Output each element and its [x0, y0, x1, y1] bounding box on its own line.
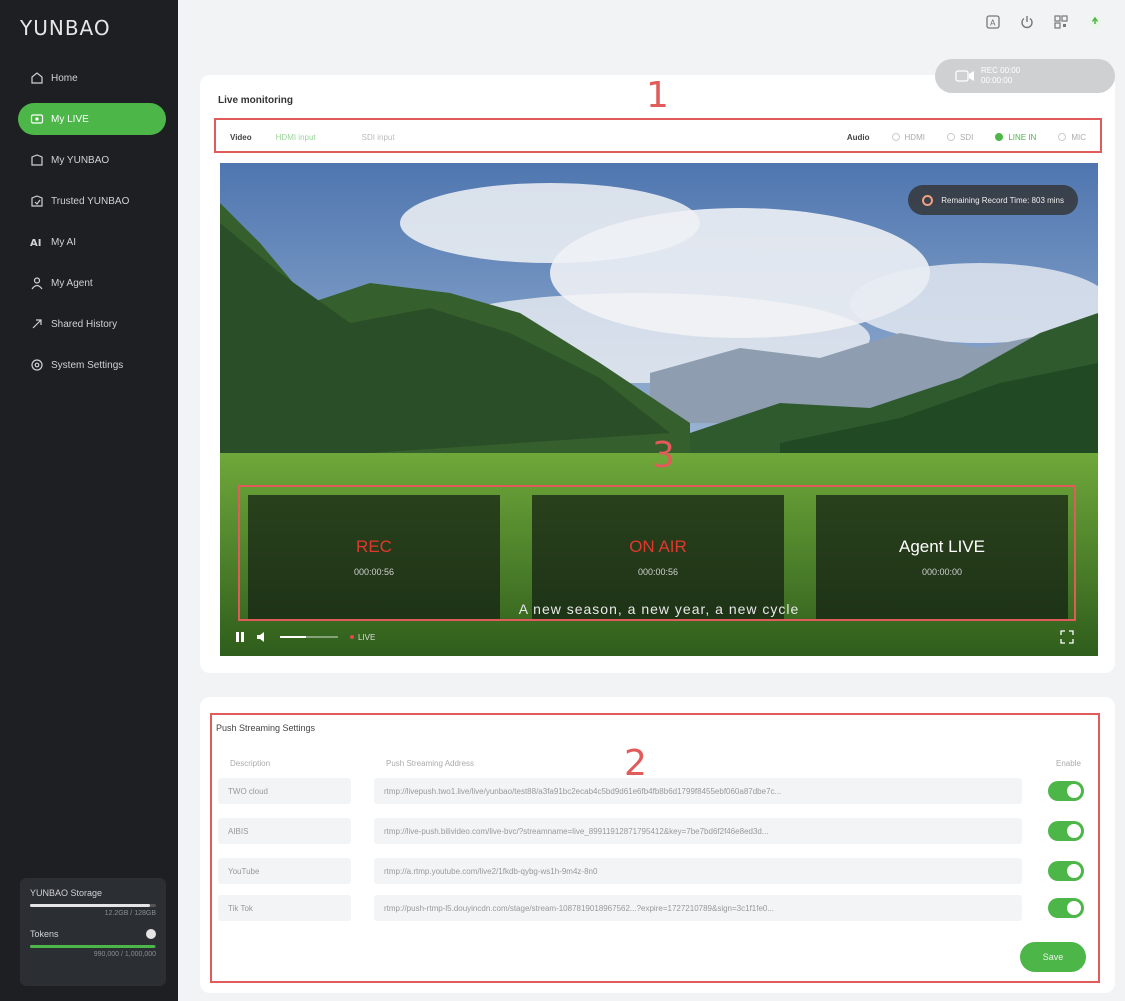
sidebar-item-label: Trusted YUNBAO [51, 195, 130, 207]
storage-detail: 12.2GB / 128GB [104, 910, 156, 917]
pause-icon[interactable] [234, 631, 246, 643]
remaining-record-text: Remaining Record Time: 803 mins [941, 195, 1064, 205]
annotation-number-1: 1 [646, 75, 669, 116]
annotation-number-3: 3 [652, 435, 675, 476]
sidebar-item-label: My Agent [51, 277, 93, 289]
svg-text:AI: AI [30, 238, 41, 249]
sidebar: YUNBAO Home My LIVE My YUNBAO Trusted YU… [0, 0, 178, 1001]
sidebar-item-my-agent[interactable]: My Agent [18, 267, 166, 299]
storage-bar-fill [30, 904, 150, 907]
trusted-icon [30, 194, 44, 208]
notification-icon[interactable] [1087, 14, 1103, 30]
yunbao-icon [30, 153, 44, 167]
app-logo: YUNBAO [20, 16, 111, 40]
qr-icon[interactable] [1053, 14, 1069, 30]
remaining-record-pill: Remaining Record Time: 803 mins [908, 185, 1078, 215]
live-indicator-icon [350, 635, 354, 639]
sidebar-item-label: Home [51, 72, 78, 84]
record-status-pill[interactable]: REC 00:00 00:00:00 [935, 59, 1115, 93]
ai-icon: AI [30, 235, 44, 249]
live-badge: LIVE [358, 632, 376, 642]
volume-slider[interactable] [280, 636, 338, 638]
camera-icon [955, 70, 974, 82]
storage-card: YUNBAO Storage 12.2GB / 128GB Tokens 990… [20, 878, 166, 986]
record-timer-icon [922, 194, 934, 206]
annotation-box-2 [210, 713, 1100, 983]
share-icon [30, 317, 44, 331]
sidebar-item-shared-history[interactable]: Shared History [18, 308, 166, 340]
home-icon [30, 71, 44, 85]
annotation-number-2: 2 [624, 743, 647, 784]
tokens-bar-fill [30, 945, 155, 948]
push-streaming-panel: Push Streaming Settings Description Push… [200, 697, 1115, 993]
sidebar-item-home[interactable]: Home [18, 62, 166, 94]
sidebar-item-my-live[interactable]: My LIVE [18, 103, 166, 135]
svg-text:A: A [990, 19, 996, 28]
agent-icon [30, 276, 44, 290]
annotation-box-3 [238, 485, 1076, 621]
tokens-detail: 990,000 / 1,000,000 [93, 951, 156, 958]
record-pill-line2: 00:00:00 [981, 76, 1013, 85]
video-controls: LIVE [220, 618, 1098, 656]
settings-icon [30, 358, 44, 372]
volume-icon[interactable] [256, 631, 270, 643]
tokens-dot-icon [146, 929, 156, 939]
sidebar-item-my-ai[interactable]: AI My AI [18, 226, 166, 258]
live-icon [30, 112, 44, 126]
volume-slider-fill [280, 636, 307, 638]
sidebar-item-label: My YUNBAO [51, 154, 110, 166]
annotation-box-1 [214, 118, 1102, 153]
fullscreen-icon[interactable] [1060, 630, 1074, 644]
sidebar-item-trusted-yunbao[interactable]: Trusted YUNBAO [18, 185, 166, 217]
sidebar-item-label: Shared History [51, 318, 118, 330]
sidebar-nav: Home My LIVE My YUNBAO Trusted YUNBAO AI… [18, 62, 166, 390]
tokens-row: Tokens [30, 929, 156, 939]
storage-bar [30, 904, 156, 907]
sidebar-item-label: My LIVE [51, 113, 89, 125]
tokens-bar [30, 945, 156, 948]
live-monitoring-title: Live monitoring [218, 95, 293, 106]
sidebar-item-label: My AI [51, 236, 77, 248]
sidebar-item-system-settings[interactable]: System Settings [18, 349, 166, 381]
translate-icon[interactable]: A [985, 14, 1001, 30]
header-toolbar: A [985, 14, 1103, 30]
power-icon[interactable] [1019, 14, 1035, 30]
tokens-title: Tokens [30, 929, 59, 939]
storage-title: YUNBAO Storage [30, 888, 103, 898]
record-pill-text: REC 00:00 00:00:00 [981, 66, 1020, 86]
live-monitoring-panel: Live monitoring REC 00:00 00:00:00 Video… [200, 59, 1115, 673]
sidebar-item-my-yunbao[interactable]: My YUNBAO [18, 144, 166, 176]
record-pill-line1: REC 00:00 [981, 66, 1021, 75]
sidebar-item-label: System Settings [51, 359, 124, 371]
